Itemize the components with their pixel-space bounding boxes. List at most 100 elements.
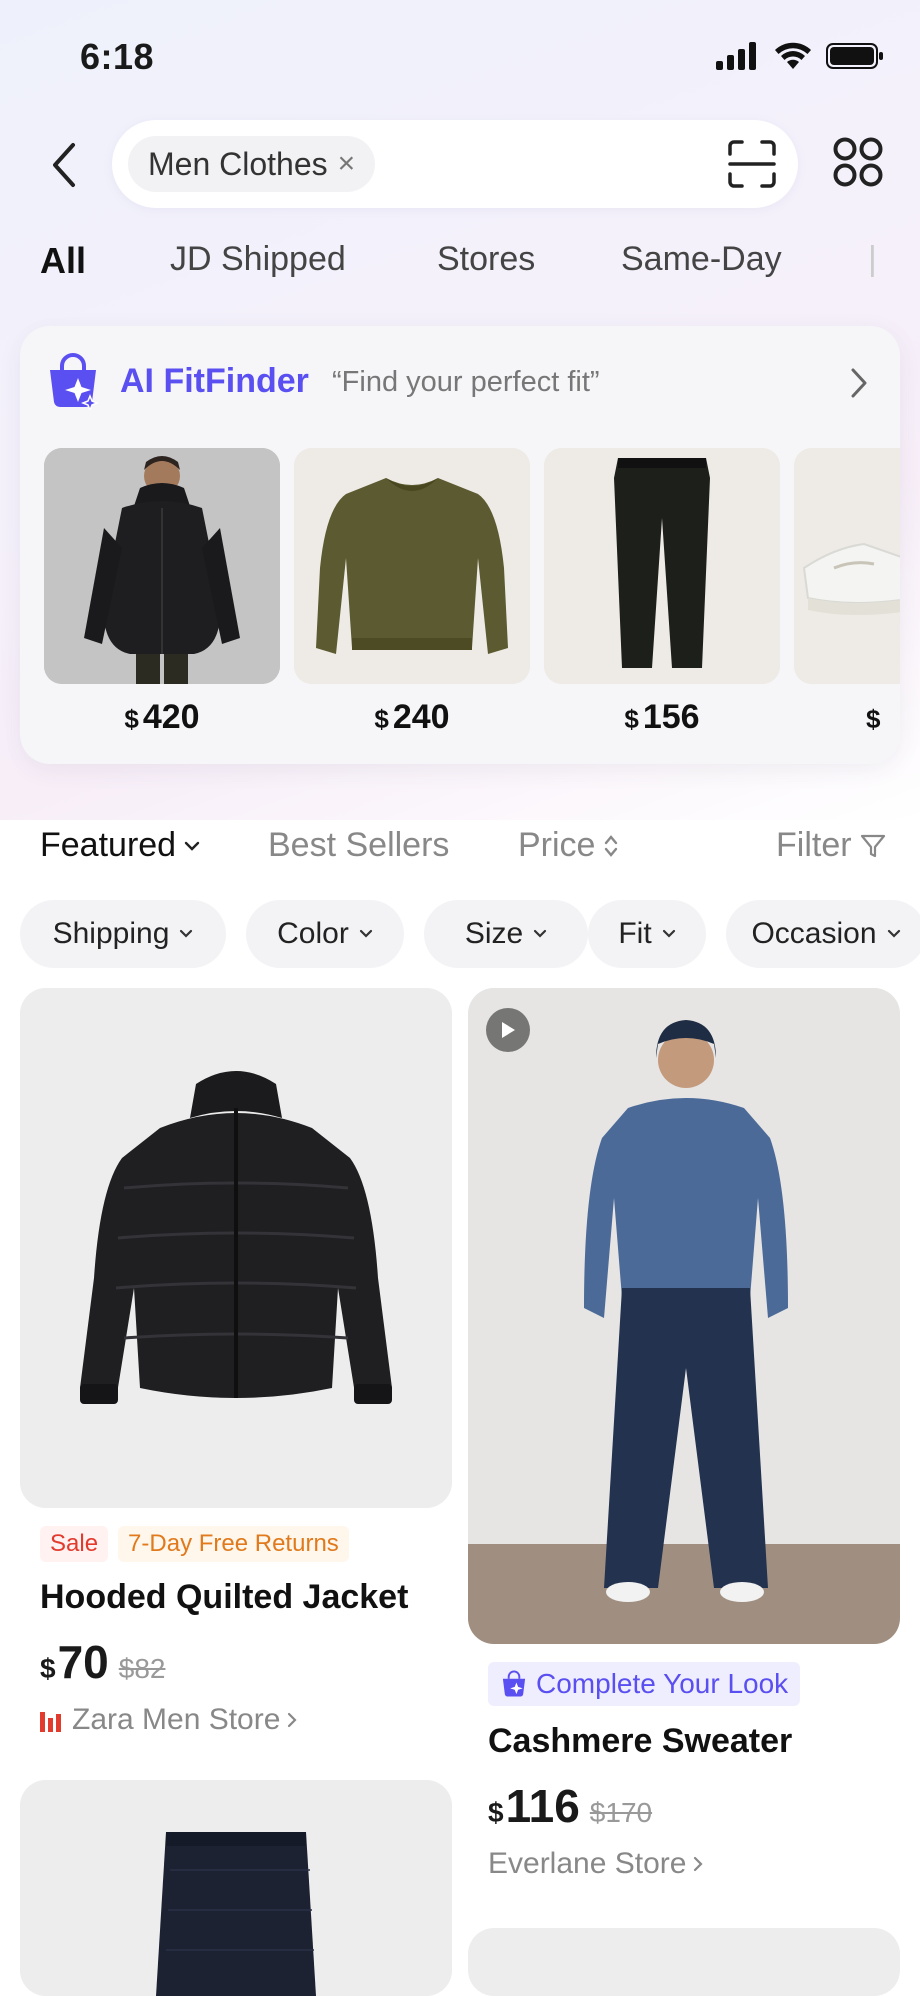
play-icon (502, 1022, 515, 1038)
fitfinder-item-price: $ (866, 704, 881, 734)
chevron-down-icon (184, 841, 200, 851)
play-video-button[interactable] (486, 1008, 530, 1052)
product-card[interactable] (468, 1928, 900, 1996)
sale-badge: Sale (40, 1526, 109, 1562)
fitfinder-item-image (294, 448, 530, 684)
sort-price[interactable]: Price (518, 826, 619, 865)
chip-occasion-label: Occasion (751, 917, 877, 950)
sort-featured-label: Featured (40, 826, 177, 864)
search-results-page: 6:18 Men Clothes × All JD Shipped Stores… (0, 0, 920, 1996)
fitfinder-item-price: $420 (124, 698, 200, 736)
sort-best-sellers[interactable]: Best Sellers (268, 826, 449, 865)
bag-sparkle-icon (502, 1670, 526, 1697)
search-query-chip[interactable]: Men Clothes × (128, 136, 376, 192)
product-image (20, 988, 452, 1508)
sort-price-label: Price (518, 826, 596, 864)
chip-color[interactable]: Color (246, 900, 404, 968)
menu-grid-button[interactable] (832, 136, 884, 188)
sort-bar: Featured Best Sellers Price Filter (0, 826, 920, 876)
chip-color-label: Color (277, 917, 349, 950)
free-returns-badge: 7-Day Free Returns (118, 1526, 349, 1562)
chevron-down-icon (180, 929, 193, 938)
store-link[interactable]: Zara Men Store (20, 1703, 452, 1737)
product-price: 116 (505, 1780, 580, 1832)
price-currency: $ (40, 1653, 56, 1684)
fitfinder-item[interactable]: $ (794, 448, 900, 737)
product-image (468, 1928, 900, 1996)
wifi-icon (775, 42, 811, 69)
black-trousers-image (544, 448, 780, 684)
tab-same-day[interactable]: Same-Day (621, 240, 782, 279)
chevron-down-icon (662, 929, 675, 938)
scan-icon (728, 140, 776, 188)
filter-chip-row: Shipping Color Size Fit Occasion (0, 900, 920, 968)
chevron-down-icon (887, 929, 900, 938)
clear-query-icon[interactable]: × (338, 147, 356, 181)
funnel-icon (860, 834, 885, 857)
tab-jd-shipped[interactable]: JD Shipped (170, 240, 346, 279)
store-link[interactable]: Everlane Store (468, 1847, 900, 1881)
product-price-row: $ 70 $82 (20, 1635, 452, 1689)
store-bars-icon (40, 1712, 61, 1732)
ai-fitfinder-card[interactable]: AI FitFinder “Find your perfect fit” $ 4… (20, 326, 900, 764)
product-tags: Sale 7-Day Free Returns (20, 1526, 452, 1562)
tab-stores[interactable]: Stores (437, 240, 535, 279)
chip-size-label: Size (464, 917, 524, 950)
back-button[interactable] (40, 135, 88, 195)
chip-fit-label: Fit (618, 917, 652, 950)
original-price: $170 (589, 1797, 653, 1828)
chip-size[interactable]: Size (424, 900, 588, 968)
product-title: Cashmere Sweater (488, 1722, 793, 1760)
status-time: 6:18 (80, 36, 155, 77)
fitfinder-item[interactable]: $240 (294, 448, 530, 737)
chevron-down-icon (534, 929, 547, 938)
cashmere-sweater-model-image (468, 988, 900, 1644)
product-card[interactable] (20, 1780, 452, 1996)
navy-trousers-image (20, 1780, 452, 1996)
battery-icon (826, 43, 883, 69)
chevron-right-icon (288, 1712, 297, 1728)
status-bar: 6:18 (0, 0, 920, 110)
product-card[interactable]: Complete Your Look Cashmere Sweater $ 11… (468, 988, 900, 1881)
complete-your-look-badge[interactable]: Complete Your Look (488, 1662, 801, 1706)
chip-shipping[interactable]: Shipping (20, 900, 226, 968)
chevron-down-icon (359, 929, 372, 938)
chevron-left-icon (53, 143, 75, 187)
olive-sweater-image (294, 448, 530, 684)
black-puffer-jacket-model-image (44, 448, 280, 684)
product-price: 70 (57, 1636, 109, 1688)
sort-featured[interactable]: Featured (40, 826, 200, 865)
product-card[interactable]: Sale 7-Day Free Returns Hooded Quilted J… (20, 988, 452, 1737)
fitfinder-item[interactable]: $156 (544, 448, 780, 737)
product-title: Hooded Quilted Jacket (40, 1578, 409, 1616)
category-tabs: All JD Shipped Stores Same-Day | (0, 240, 920, 294)
chevron-right-icon[interactable] (848, 366, 870, 400)
white-sneakers-image (794, 448, 900, 684)
tab-all[interactable]: All (40, 240, 86, 282)
product-image (20, 1780, 452, 1996)
sort-updown-icon (605, 834, 618, 857)
sort-best-sellers-label: Best Sellers (268, 826, 450, 864)
fitfinder-bag-sparkle-icon (50, 353, 100, 410)
scan-button[interactable] (726, 138, 778, 190)
chip-fit[interactable]: Fit (588, 900, 706, 968)
price-currency: $ (488, 1797, 504, 1828)
product-tags: Complete Your Look (468, 1662, 900, 1706)
fitfinder-item[interactable]: $420 (44, 448, 280, 737)
original-price: $82 (118, 1653, 166, 1684)
store-name: Everlane Store (488, 1847, 687, 1880)
fitfinder-item-image (794, 448, 900, 684)
fitfinder-item-price: $240 (374, 698, 450, 736)
fitfinder-item-price: $156 (624, 698, 700, 736)
product-price-row: $ 116 $170 (468, 1779, 900, 1833)
complete-your-look-label: Complete Your Look (536, 1668, 789, 1699)
search-input[interactable]: Men Clothes × (112, 120, 798, 208)
chevron-right-icon (694, 1856, 704, 1872)
chip-occasion[interactable]: Occasion (726, 900, 920, 968)
grid-icon (833, 137, 883, 187)
chip-shipping-label: Shipping (52, 917, 170, 950)
search-chip-label: Men Clothes (148, 145, 328, 182)
filter-button[interactable]: Filter (776, 826, 886, 865)
filter-label: Filter (776, 826, 852, 864)
tab-overflow-hint: | (868, 240, 877, 278)
